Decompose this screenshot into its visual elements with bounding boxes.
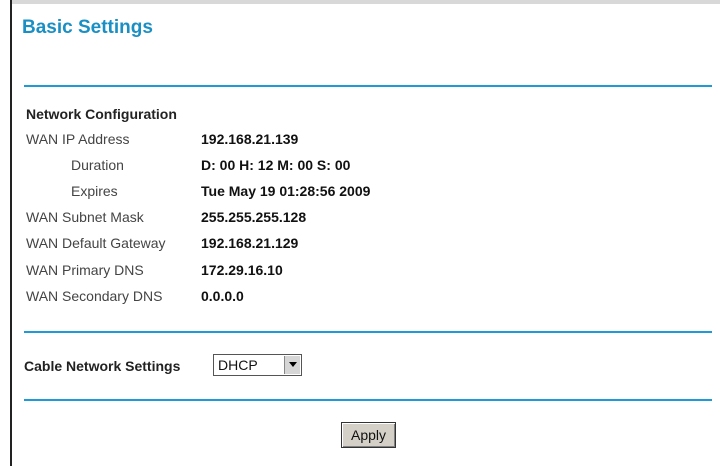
wan-secondary-dns-label: WAN Secondary DNS	[26, 288, 163, 304]
wan-primary-dns-value: 172.29.16.10	[201, 262, 283, 278]
apply-button[interactable]: Apply	[341, 422, 396, 448]
cable-network-settings-select[interactable]: DHCP	[213, 354, 302, 376]
wan-primary-dns-label: WAN Primary DNS	[26, 262, 144, 278]
wan-subnet-mask-value: 255.255.255.128	[201, 209, 307, 225]
dropdown-arrow-button[interactable]	[284, 356, 300, 374]
wan-ip-address-value: 192.168.21.139	[201, 131, 299, 147]
window-left-frame	[0, 0, 12, 466]
window-top-edge	[0, 0, 720, 4]
wan-subnet-mask-label: WAN Subnet Mask	[26, 209, 144, 225]
wan-ip-address-label: WAN IP Address	[26, 131, 130, 147]
network-configuration-heading: Network Configuration	[26, 106, 177, 122]
wan-default-gateway-value: 192.168.21.129	[201, 235, 299, 251]
page-title: Basic Settings	[22, 17, 153, 38]
divider-bottom	[24, 399, 712, 401]
wan-default-gateway-label: WAN Default Gateway	[26, 235, 166, 251]
divider-middle	[24, 331, 712, 333]
duration-label: Duration	[71, 157, 124, 173]
cable-network-settings-selected-value: DHCP	[218, 357, 258, 373]
cable-network-settings-label: Cable Network Settings	[24, 358, 181, 374]
duration-value: D: 00 H: 12 M: 00 S: 00	[201, 157, 351, 173]
expires-value: Tue May 19 01:28:56 2009	[201, 183, 371, 199]
expires-label: Expires	[71, 183, 118, 199]
divider-top	[24, 85, 712, 87]
wan-secondary-dns-value: 0.0.0.0	[201, 288, 244, 304]
chevron-down-icon	[289, 362, 297, 367]
